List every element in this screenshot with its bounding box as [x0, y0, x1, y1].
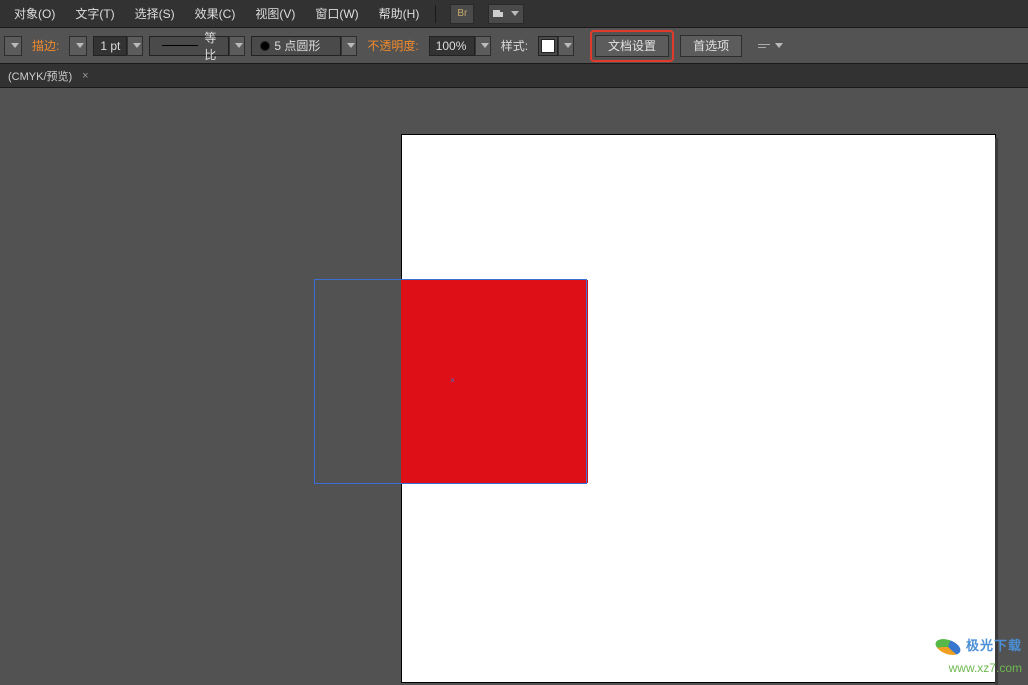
chevron-down-icon — [511, 11, 519, 16]
chevron-down-icon[interactable] — [341, 36, 357, 56]
canvas-area[interactable]: × 极光下载 www.xz7.com — [0, 88, 1028, 683]
menu-help[interactable]: 帮助(H) — [369, 1, 430, 26]
chevron-down-icon — [11, 43, 19, 48]
red-rectangle-shape[interactable] — [401, 280, 588, 483]
stroke-profile-dropdown[interactable]: 等比 — [149, 36, 245, 56]
style-label: 样式: — [497, 37, 532, 54]
opacity-field[interactable]: 100% — [429, 36, 491, 56]
chevron-down-icon[interactable] — [475, 36, 491, 56]
arrange-documents-dropdown[interactable] — [488, 4, 524, 24]
align-options-dropdown[interactable] — [758, 43, 783, 48]
menu-separator — [435, 5, 436, 23]
menu-effect[interactable]: 效果(C) — [185, 1, 246, 26]
stroke-swatch-dropdown[interactable] — [69, 36, 87, 56]
artboard-shadow — [995, 138, 998, 685]
watermark-url: www.xz7.com — [935, 661, 1022, 677]
document-tab[interactable]: (CMYK/预览) × — [8, 68, 97, 84]
grid-icon-small — [498, 12, 503, 17]
menu-object[interactable]: 对象(O) — [4, 1, 65, 26]
document-title: (CMYK/预览) — [8, 68, 72, 84]
style-swatch-icon — [541, 39, 555, 53]
watermark-brand: 极光下载 — [966, 638, 1022, 655]
highlight-outline: 文档设置 — [590, 30, 674, 62]
opacity-label: 不透明度: — [363, 37, 422, 54]
brush-label: 5 点圆形 — [274, 37, 320, 54]
preferences-button[interactable]: 首选项 — [680, 35, 742, 57]
stroke-line-icon — [162, 45, 198, 46]
fill-swatch-dropdown[interactable] — [4, 36, 22, 56]
menu-window[interactable]: 窗口(W) — [305, 1, 368, 26]
menu-select[interactable]: 选择(S) — [125, 1, 185, 26]
stroke-weight-value[interactable]: 1 pt — [93, 36, 127, 56]
opacity-value[interactable]: 100% — [429, 36, 475, 56]
watermark: 极光下载 www.xz7.com — [935, 637, 1022, 677]
selection-center-mark: × — [450, 378, 455, 383]
options-bar: 描边: 1 pt 等比 5 点圆形 不透明度: 100% 样式: 文档设置 首选… — [0, 28, 1028, 64]
uniform-label: 等比 — [204, 29, 222, 63]
brush-dot-icon — [260, 41, 270, 51]
menu-view[interactable]: 视图(V) — [245, 1, 305, 26]
stroke-weight-field[interactable]: 1 pt — [93, 36, 143, 56]
document-tab-bar: (CMYK/预览) × — [0, 64, 1028, 88]
watermark-logo-icon — [933, 635, 962, 657]
chevron-down-icon[interactable] — [558, 36, 574, 56]
brush-dropdown[interactable]: 5 点圆形 — [251, 36, 357, 56]
chevron-down-icon — [775, 43, 783, 48]
bridge-icon[interactable]: Br — [450, 4, 474, 24]
menu-type[interactable]: 文字(T) — [65, 1, 124, 26]
close-icon[interactable]: × — [82, 70, 88, 82]
stroke-label: 描边: — [28, 37, 63, 54]
menu-bar: 对象(O) 文字(T) 选择(S) 效果(C) 视图(V) 窗口(W) 帮助(H… — [0, 0, 1028, 28]
chevron-down-icon[interactable] — [229, 36, 245, 56]
chevron-down-icon — [76, 43, 84, 48]
chevron-down-icon[interactable] — [127, 36, 143, 56]
document-setup-button[interactable]: 文档设置 — [595, 35, 669, 57]
style-dropdown[interactable] — [538, 36, 574, 56]
